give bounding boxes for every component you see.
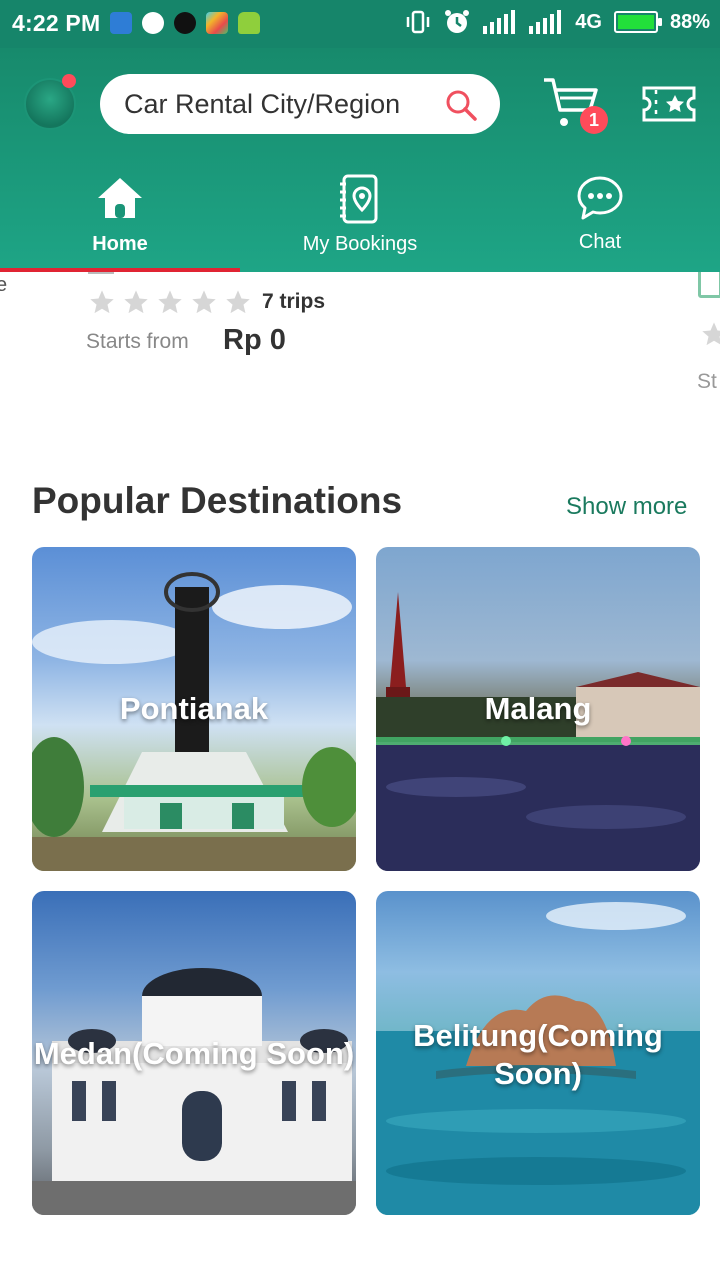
price: Rp 0 (223, 324, 286, 356)
cart-badge: 1 (580, 106, 608, 134)
document-icon (698, 272, 720, 298)
tab-label-home: Home (92, 233, 148, 255)
tab-home[interactable]: Home (0, 166, 240, 272)
destination-name: Pontianak (119, 691, 269, 726)
signal-icon-2 (529, 10, 562, 34)
next-card-edge-text: St (697, 370, 717, 393)
status-bar: 4:22 PM 4G 88% (0, 0, 720, 48)
search-icon[interactable] (444, 88, 478, 122)
battery-icon (613, 11, 662, 33)
tab-bar: Home My Bookings Chat (0, 166, 720, 272)
search-bar[interactable]: Car Rental City/Region (100, 74, 500, 134)
app-notification-icon (110, 12, 132, 34)
star-icon (90, 290, 114, 314)
destination-card-pontianak[interactable]: Pontianak (32, 547, 356, 871)
bookings-icon (340, 174, 378, 224)
tab-chat[interactable]: Chat (480, 166, 720, 272)
vpn-notification-icon (142, 12, 164, 34)
destination-card-belitung[interactable]: Belitung(Coming Soon) (376, 891, 700, 1215)
destination-name: Medan(Coming Soon) (33, 1036, 355, 1071)
star-icon (192, 290, 216, 314)
show-more-link[interactable]: Show more (566, 493, 687, 521)
destination-card-medan[interactable]: Medan(Coming Soon) (32, 891, 356, 1215)
previous-card-edge-text: e (0, 274, 8, 296)
tab-label-chat: Chat (578, 231, 622, 253)
battery-percent: 88% (669, 10, 710, 33)
destination-card-malang[interactable]: Malang (376, 547, 700, 871)
chat-icon (577, 176, 623, 220)
trip-count: 7 trips (262, 290, 326, 313)
play-store-icon (206, 12, 228, 34)
star-icon (226, 290, 250, 314)
section-title: Popular Destinations (32, 480, 403, 521)
listing-carousel[interactable]: e 7 trips Starts from Rp 0 St (0, 272, 720, 402)
card-icon-fragment (88, 272, 114, 274)
starts-from-label: Starts from (86, 330, 189, 353)
home-icon (98, 178, 142, 218)
tab-label-my-bookings: My Bookings (302, 233, 418, 255)
rating-stars (88, 288, 252, 316)
search-input[interactable]: Car Rental City/Region (124, 89, 400, 120)
tab-my-bookings[interactable]: My Bookings (240, 166, 480, 272)
android-icon (238, 12, 260, 34)
vibrate-icon (407, 10, 430, 34)
network-type: 4G (575, 10, 602, 33)
system-status: 4G 88% (405, 8, 710, 36)
alarm-icon (445, 10, 470, 33)
star-icon (158, 290, 182, 314)
media-notification-icon (174, 12, 196, 34)
signal-icon (483, 10, 516, 34)
destination-name: Belitung(Coming Soon) (413, 1018, 663, 1091)
voucher-icon[interactable] (642, 86, 696, 122)
notification-dot (62, 74, 76, 88)
app-header: Car Rental City/Region 1 Home My Booking… (0, 48, 720, 272)
notification-icons (110, 12, 260, 34)
status-time: 4:22 PM (12, 10, 101, 36)
star-icon (702, 322, 720, 346)
destination-name: Malang (484, 691, 592, 726)
star-icon (124, 290, 148, 314)
